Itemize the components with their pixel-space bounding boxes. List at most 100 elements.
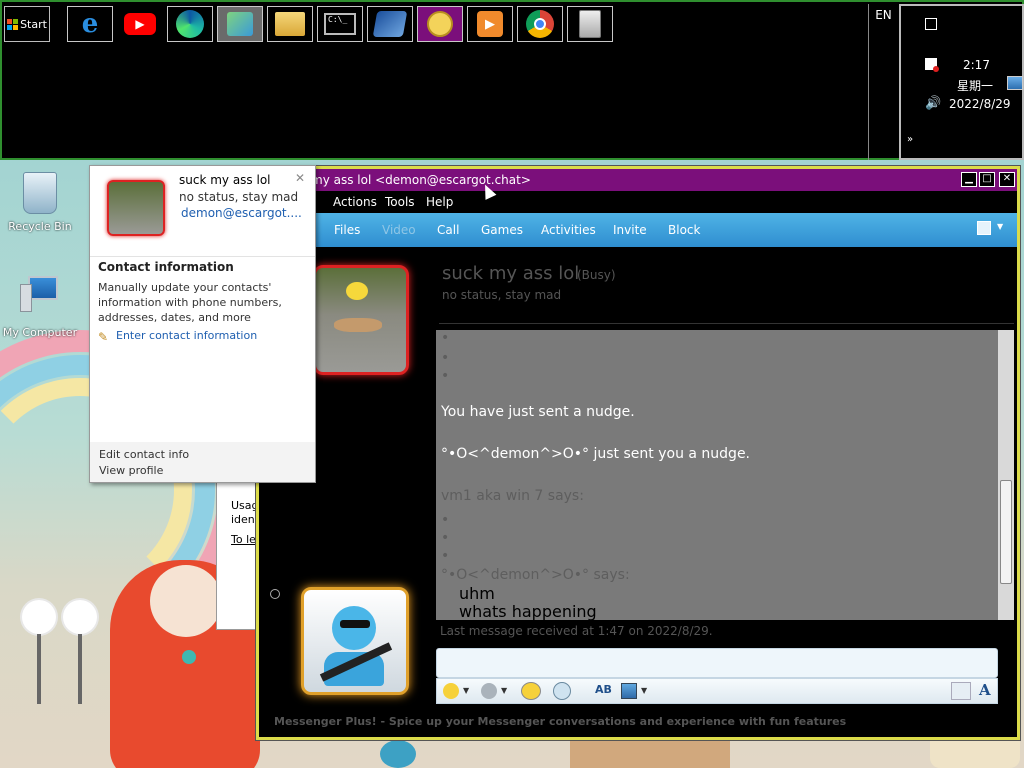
messenger-plus-banner[interactable]: Messenger Plus! - Spice up your Messenge… — [274, 715, 846, 728]
font-icon[interactable]: AB — [595, 683, 612, 696]
nudge-icon[interactable] — [521, 682, 541, 700]
taskbar-chrome-button[interactable] — [517, 6, 563, 42]
chat-line: • — [441, 512, 450, 528]
compose-toolbar: ▼ ▼ AB ▼ A — [436, 678, 998, 704]
chevron-down-icon[interactable]: ▼ — [641, 686, 647, 695]
card-contact-status: no status, stay mad — [179, 190, 299, 204]
action-center-flag-icon[interactable] — [925, 58, 939, 72]
taskbar-youtube-button[interactable]: ▶ — [117, 6, 163, 42]
view-profile-link[interactable]: View profile — [99, 464, 163, 477]
chat-line: • — [441, 530, 450, 546]
recycle-bin-shortcut[interactable]: Recycle Bin — [0, 172, 80, 233]
last-message-info: Last message received at 1:47 on 2022/8/… — [440, 624, 713, 638]
maximize-button[interactable]: □ — [979, 172, 995, 187]
background-window-text: Usag — [231, 499, 259, 512]
toolbar-activities[interactable]: Activities — [541, 223, 596, 237]
clock-day[interactable]: 星期一 — [957, 77, 993, 94]
menu-tools[interactable]: Tools — [385, 195, 415, 209]
emoticon-icon[interactable] — [443, 683, 459, 699]
taskbar-cmd-button[interactable]: C:\_ — [317, 6, 363, 42]
taskbar-edge-button[interactable] — [167, 6, 213, 42]
toolbar-video[interactable]: Video — [382, 223, 416, 237]
language-indicator[interactable]: EN — [868, 4, 898, 160]
contact-display-picture[interactable] — [313, 265, 409, 375]
card-footer: Edit contact info View profile — [90, 442, 315, 482]
conversation-toolbar: Files Video Call Games Activities Invite… — [259, 213, 1017, 247]
toolbar-invite[interactable]: Invite — [613, 223, 647, 237]
chat-line: uhm — [459, 584, 495, 603]
enter-contact-info-link[interactable]: Enter contact information — [116, 329, 257, 342]
taskbar-recycle-button[interactable] — [567, 6, 613, 42]
card-contact-email[interactable]: demon@escargot.... — [181, 206, 302, 220]
chat-line: • — [441, 548, 450, 564]
window-title[interactable]: my ass lol <demon@escargot.chat> — [259, 169, 1017, 191]
system-tray: 🔊 2:17 星期一 2022/8/29 » — [899, 4, 1024, 160]
text-style-icon[interactable]: A — [979, 681, 991, 699]
background-window[interactable]: Usag ident To le — [216, 482, 260, 630]
message-input[interactable] — [436, 648, 998, 678]
chat-line: You have just sent a nudge. — [441, 404, 635, 420]
chat-line: vm1 aka win 7 says: — [441, 488, 584, 504]
my-computer-label: My Computer — [2, 326, 78, 339]
msn-icon — [427, 11, 453, 37]
chat-line: • — [441, 368, 450, 384]
toolbar-files[interactable]: Files — [334, 223, 360, 237]
menu-bar: Actions Tools Help — [259, 191, 1017, 213]
card-section-body: Manually update your contacts' informati… — [98, 281, 282, 324]
taskbar-ie-button[interactable]: e — [67, 6, 113, 42]
cmd-icon: C:\_ — [324, 13, 356, 35]
close-button[interactable]: ✕ — [999, 172, 1015, 187]
volume-icon[interactable]: 🔊 — [925, 96, 941, 111]
edit-contact-info-link[interactable]: Edit contact info — [99, 448, 189, 461]
recycle-icon — [579, 10, 601, 38]
taskbar-file-explorer-button[interactable] — [267, 6, 313, 42]
chat-line: °•O<^demon^>O•° says: — [441, 567, 630, 583]
chat-history[interactable]: • • • You have just sent a nudge. °•O<^d… — [436, 330, 1014, 620]
tray-expand-chevron-icon[interactable]: » — [907, 134, 913, 145]
chevron-down-icon[interactable]: ▼ — [501, 686, 507, 695]
header-divider — [439, 323, 1014, 324]
menu-help[interactable]: Help — [426, 195, 453, 209]
toolbar-options-icon[interactable] — [977, 221, 991, 235]
taskbar-control-panel-button[interactable] — [217, 6, 263, 42]
toolbar-games[interactable]: Games — [481, 223, 523, 237]
background-icon[interactable] — [621, 683, 637, 699]
chat-line: • — [441, 350, 450, 366]
flower-stem — [78, 634, 82, 704]
background-window-text: ident — [231, 513, 260, 526]
cat-in-picture — [334, 318, 382, 332]
toolbar-call[interactable]: Call — [437, 223, 459, 237]
pencil-icon: ✎ — [98, 330, 109, 344]
background-window-link[interactable]: To le — [231, 533, 256, 546]
my-display-picture[interactable] — [301, 587, 409, 695]
decoration — [380, 740, 416, 768]
start-button[interactable]: Start — [4, 6, 50, 42]
contact-name: suck my ass lol — [442, 263, 580, 284]
wink-icon[interactable] — [481, 683, 497, 699]
handwriting-icon[interactable] — [951, 682, 971, 700]
voice-clip-icon[interactable] — [553, 682, 571, 700]
contact-card-picture[interactable] — [107, 180, 165, 236]
chat-scrollbar[interactable] — [998, 330, 1014, 620]
menu-actions[interactable]: Actions — [333, 195, 377, 209]
doll-ornament — [182, 650, 196, 664]
taskbar-media-player-button[interactable]: ▶ — [467, 6, 513, 42]
taskbar-messenger-plus-button[interactable] — [367, 6, 413, 42]
card-close-icon[interactable]: ✕ — [295, 171, 305, 185]
sunglasses-icon — [340, 620, 370, 628]
status-icon[interactable] — [270, 589, 280, 599]
clock-time[interactable]: 2:17 — [963, 58, 990, 72]
contact-personal-message: no status, stay mad — [442, 288, 562, 302]
minimize-button[interactable]: ▁ — [961, 172, 977, 187]
network-icon[interactable] — [925, 18, 937, 30]
scrollbar-thumb[interactable] — [1000, 480, 1012, 584]
chevron-down-icon[interactable]: ▼ — [463, 686, 469, 695]
my-computer-shortcut[interactable]: My Computer — [0, 276, 80, 339]
clock-date[interactable]: 2022/8/29 — [949, 97, 1011, 111]
chevron-down-icon[interactable]: ▼ — [997, 222, 1003, 231]
card-section-title: Contact information — [98, 260, 234, 274]
toolbar-block[interactable]: Block — [668, 223, 700, 237]
taskbar-msn-button[interactable] — [417, 6, 463, 42]
show-desktop-icon[interactable] — [1007, 76, 1023, 90]
chat-line: whats happening — [459, 602, 597, 620]
